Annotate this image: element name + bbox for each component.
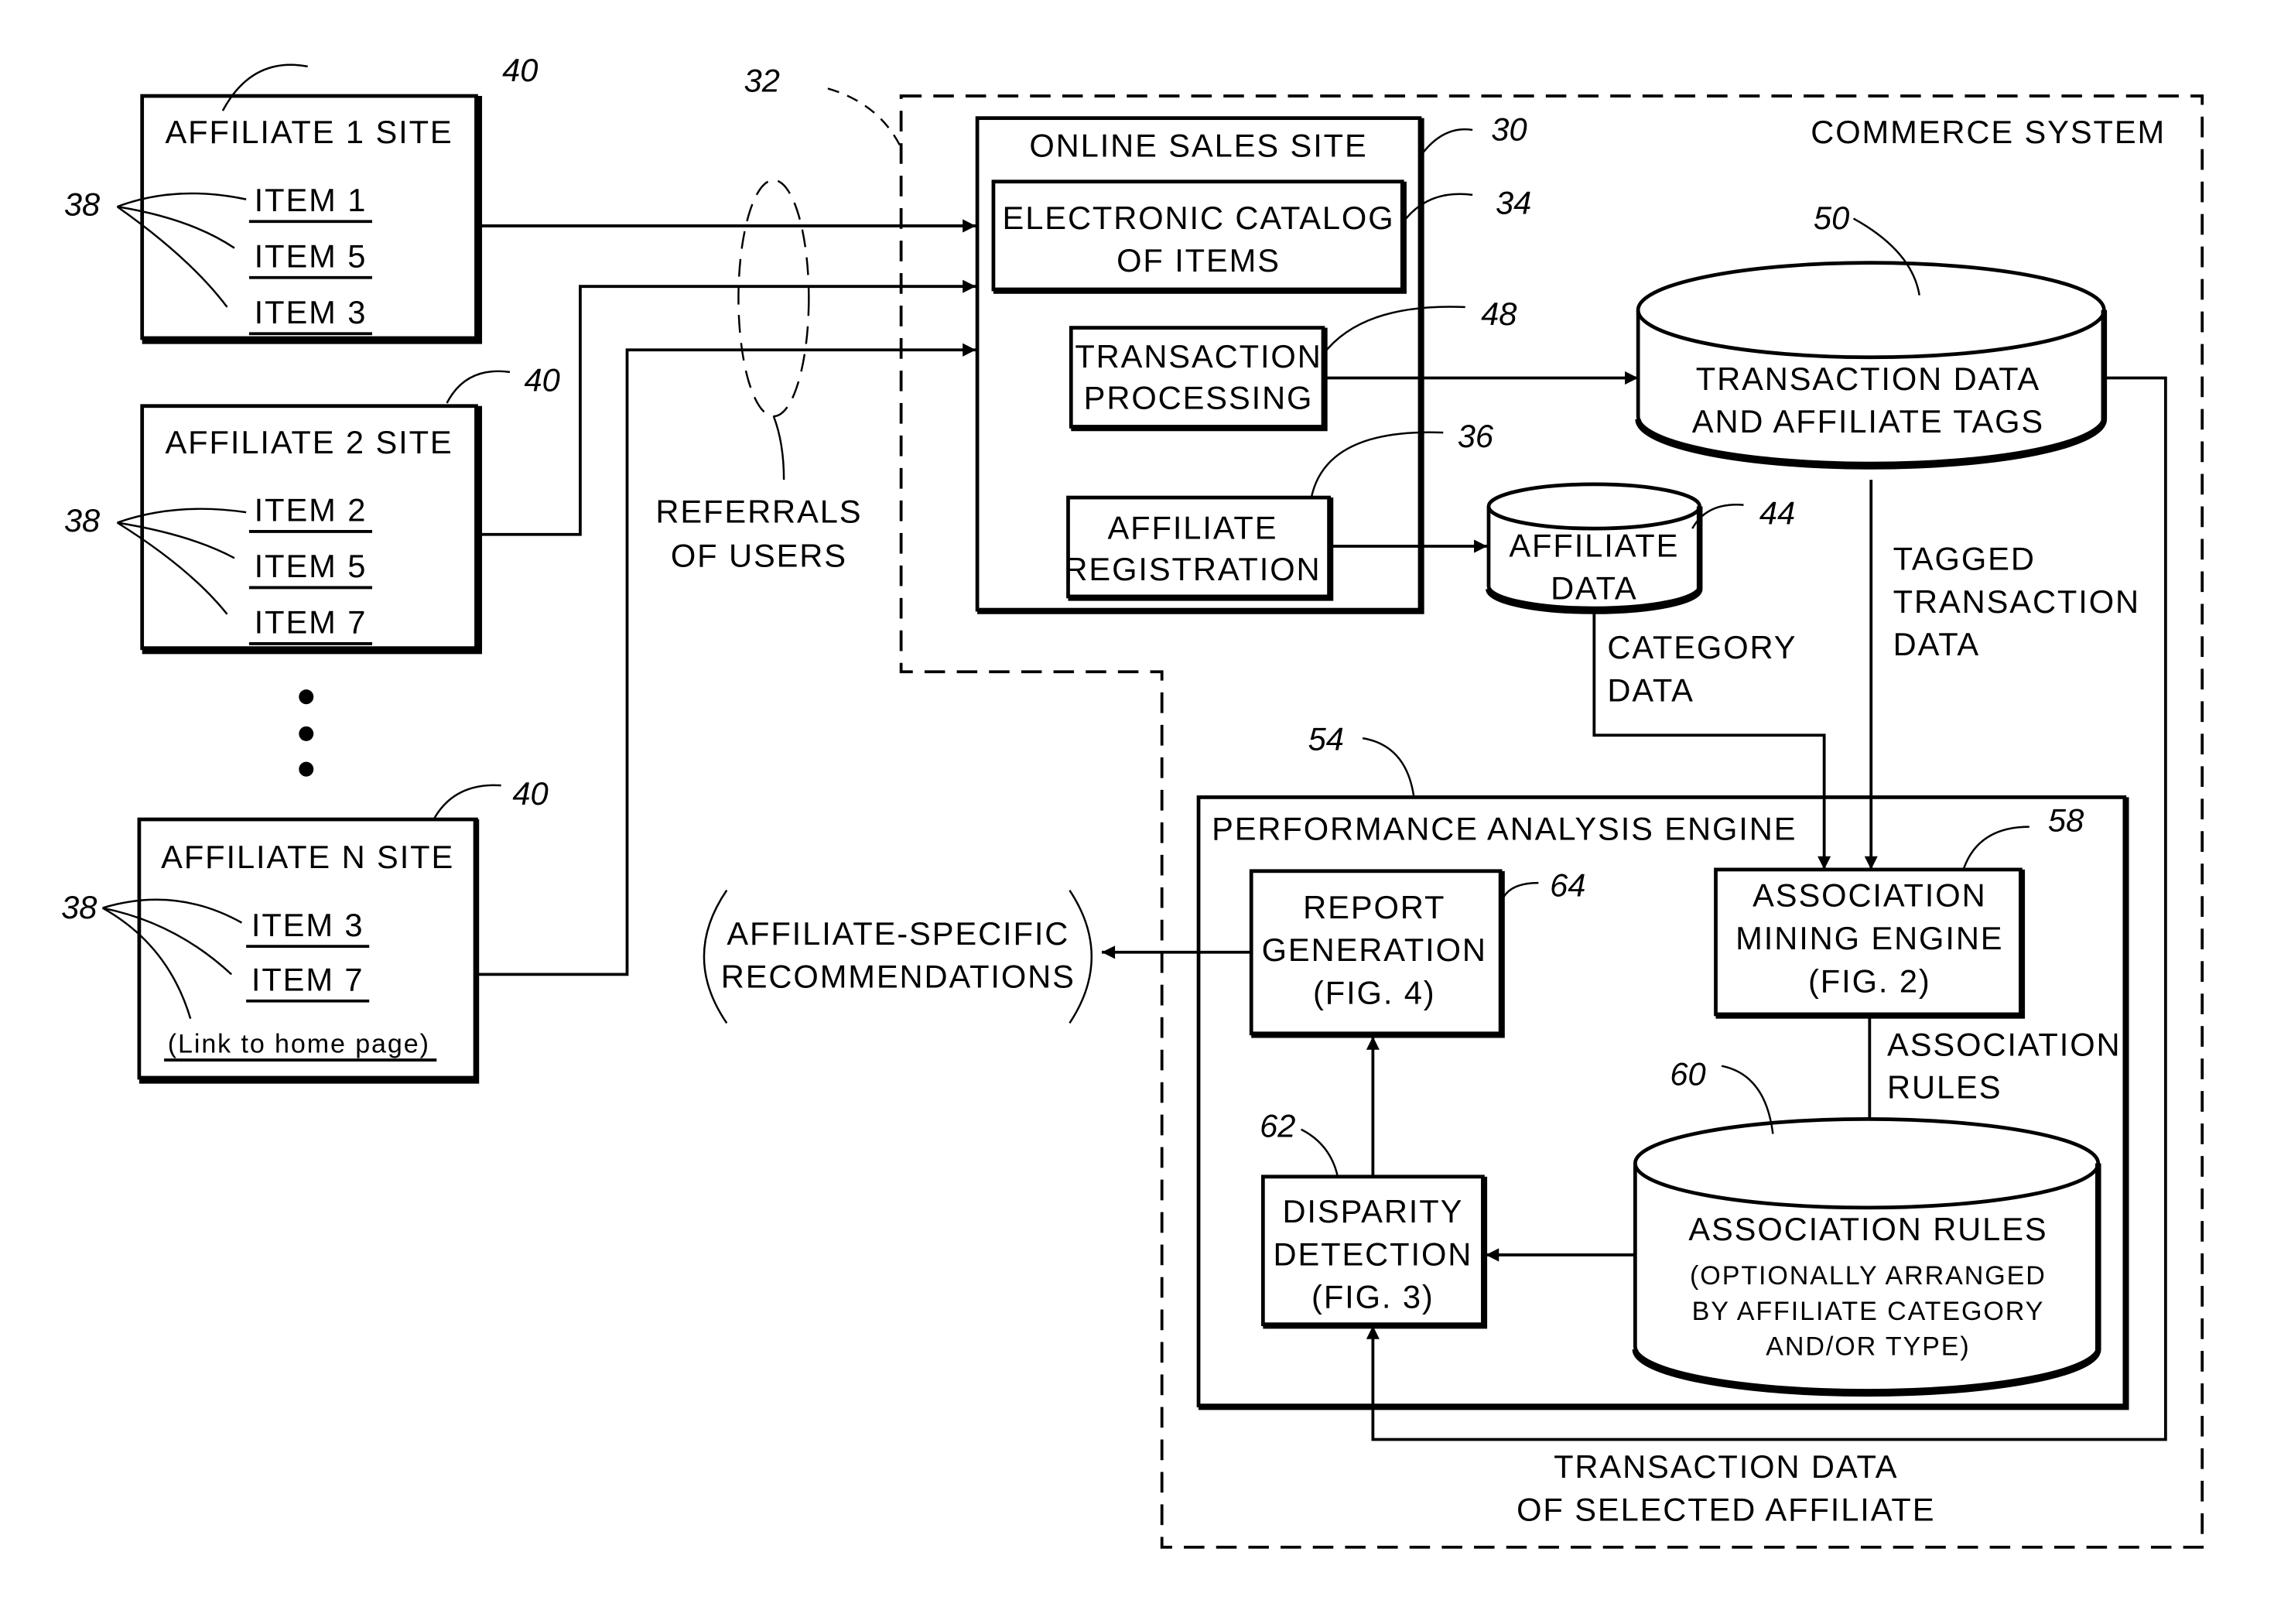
ref-label: 30 [1491,111,1527,147]
ref-label: 40 [524,362,559,398]
recommendations-label: AFFILIATE-SPECIFIC [727,915,1069,952]
rules-db-title: ASSOCIATION RULES [1688,1211,2047,1247]
affiliate-db-label: DATA [1551,570,1637,607]
ref-label: 38 [64,186,101,222]
transaction-data-store: TRANSACTION DATA AND AFFILIATE TAGS 50 [1635,200,2108,470]
affiliate-db-label: AFFILIATE [1509,527,1679,563]
affiliate-n-item[interactable]: ITEM 3 [251,907,364,943]
catalog-label: ELECTRONIC CATALOG [1003,200,1395,236]
affiliate-2-title: AFFILIATE 2 SITE [166,424,453,460]
category-data-label: DATA [1607,672,1694,708]
report-label: (FIG. 4) [1313,974,1436,1010]
affiliate-2-item[interactable]: ITEM 2 [255,491,368,528]
affiliate-n-item[interactable]: ITEM 7 [251,961,364,997]
ref-label: 44 [1759,494,1795,531]
mining-engine-label: (FIG. 2) [1808,962,1931,999]
affiliate-2-item[interactable]: ITEM 5 [255,548,368,584]
affiliate-1-title: AFFILIATE 1 SITE [166,114,453,150]
rules-db-label: AND/OR TYPE) [1766,1332,1970,1362]
transaction-processing-label: TRANSACTION [1075,338,1322,374]
ref-label: 40 [512,775,548,812]
selected-data-label: OF SELECTED AFFILIATE [1517,1491,1935,1527]
affiliate-registration-label: AFFILIATE [1107,509,1277,545]
ref-label: 64 [1550,867,1585,903]
affiliate-registration-label: REGISTRATION [1064,551,1321,587]
ref-label: 62 [1260,1107,1295,1144]
system-diagram: AFFILIATE 1 SITE ITEM 1 ITEM 5 ITEM 3 40… [61,52,2204,1549]
affiliate-1-item[interactable]: ITEM 1 [255,182,368,218]
ref-label: 40 [502,52,538,88]
online-sales-site: ONLINE SALES SITE 30 ELECTRONIC CATALOG … [975,111,1531,614]
ref-label: 50 [1814,200,1849,236]
affiliate-n-title: AFFILIATE N SITE [161,839,454,875]
tagged-data-label: TRANSACTION [1893,583,2140,620]
disparity-label: DETECTION [1274,1236,1473,1272]
home-page-link[interactable]: (Link to home page) [168,1029,430,1058]
affiliate-n-site: AFFILIATE N SITE ITEM 3 ITEM 7 (Link to … [61,775,549,1084]
category-data-label: CATEGORY [1607,629,1797,665]
rules-db-label: BY AFFILIATE CATEGORY [1692,1297,2045,1326]
ref-label: 60 [1670,1055,1705,1092]
tagged-data-label: TAGGED [1893,540,2036,576]
tagged-data-label: DATA [1893,626,1980,662]
report-label: REPORT [1303,889,1445,925]
more-affiliates-ellipsis [299,689,314,777]
recommendations-output: AFFILIATE-SPECIFIC RECOMMENDATIONS [703,889,1093,1024]
rules-db-label: (OPTIONALLY ARRANGED [1690,1261,2047,1291]
referrals-label: REFERRALS [655,493,862,529]
transaction-processing-label: PROCESSING [1084,379,1314,415]
ref-label: 34 [1496,185,1531,221]
selected-data-label: TRANSACTION DATA [1554,1448,1898,1485]
mining-engine-label: MINING ENGINE [1735,920,2003,956]
affiliate-2-site: AFFILIATE 2 SITE ITEM 2 ITEM 5 ITEM 7 40… [64,362,560,655]
association-rules-label: ASSOCIATION [1887,1026,2121,1062]
ref-label: 38 [61,889,97,925]
catalog-label: OF ITEMS [1116,242,1281,279]
affiliate-data-store: AFFILIATE DATA 44 [1486,482,1795,614]
ref-label: 48 [1481,296,1517,332]
report-label: GENERATION [1262,932,1487,968]
association-rules-label: RULES [1887,1069,2002,1106]
ref-label: 32 [744,62,780,98]
commerce-system-label: COMMERCE SYSTEM [1811,114,2166,150]
ref-label: 54 [1308,720,1344,757]
ref-label: 38 [64,502,101,538]
transaction-db-label: AND AFFILIATE TAGS [1692,403,2044,439]
performance-analysis-engine: PERFORMANCE ANALYSIS ENGINE 54 ASSOCIATI… [1196,720,2129,1410]
ref-label: 36 [1458,418,1494,454]
disparity-label: (FIG. 3) [1311,1279,1435,1315]
recommendations-label: RECOMMENDATIONS [721,958,1075,994]
disparity-label: DISPARITY [1282,1193,1463,1229]
affiliate-1-site: AFFILIATE 1 SITE ITEM 1 ITEM 5 ITEM 3 40… [64,52,538,344]
online-sales-site-title: ONLINE SALES SITE [1029,127,1367,163]
engine-title: PERFORMANCE ANALYSIS ENGINE [1212,811,1797,847]
referrals-label: OF USERS [671,538,847,574]
affiliate-2-item[interactable]: ITEM 7 [255,603,368,640]
mining-engine-label: ASSOCIATION [1753,877,1986,913]
affiliate-1-item[interactable]: ITEM 5 [255,238,368,274]
transaction-db-label: TRANSACTION DATA [1696,361,2040,397]
ref-label: 58 [2048,802,2084,838]
affiliate-1-item[interactable]: ITEM 3 [255,294,368,330]
